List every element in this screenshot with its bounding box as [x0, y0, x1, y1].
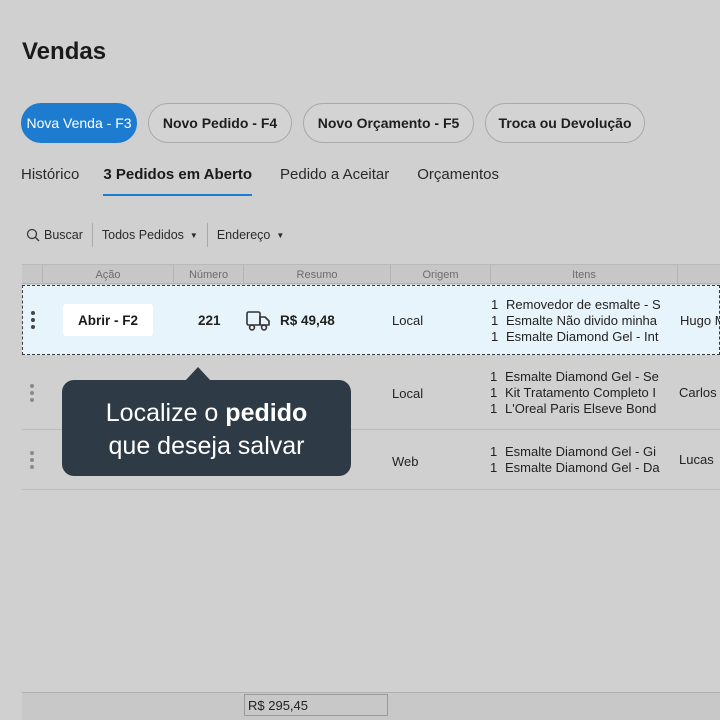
tooltip-line-1: Localize o pedido: [105, 399, 308, 427]
onboarding-tooltip: Localize o pedido que deseja salvar: [62, 367, 351, 476]
tab-history[interactable]: Histórico: [21, 166, 79, 194]
header-origin: Origem: [390, 265, 490, 284]
new-sale-button[interactable]: Nova Venda - F3: [21, 103, 137, 143]
order-customer: Carlos: [679, 385, 717, 400]
search-icon: [26, 228, 40, 242]
order-item: 1 Esmalte Diamond Gel - Se: [490, 369, 659, 384]
caret-down-icon: ▼: [276, 230, 285, 240]
header-summary: Resumo: [243, 265, 390, 284]
kebab-menu-icon[interactable]: [30, 384, 34, 402]
tab-open-orders[interactable]: 3 Pedidos em Aberto: [103, 166, 252, 196]
delivery-truck-icon: [246, 311, 270, 331]
table-footer: R$ 295,45: [22, 692, 720, 720]
footer-total-value: R$ 295,45: [244, 694, 388, 716]
tooltip-line-2: que deseja salvar: [108, 432, 305, 460]
filter-bar: Buscar Todos Pedidos ▼ Endereço ▼: [22, 222, 293, 248]
caret-down-icon: ▼: [189, 230, 198, 240]
orders-table: Ação Número Resumo Origem Itens Abrir - …: [22, 264, 720, 490]
order-origin: Local: [392, 313, 424, 328]
search-label: Buscar: [44, 228, 83, 242]
address-label: Endereço: [216, 228, 271, 242]
order-items: 1 Removedor de esmalte - S 1 Esmalte Não d…: [491, 297, 669, 345]
order-origin: Web: [392, 454, 419, 469]
address-dropdown[interactable]: Endereço ▼: [206, 223, 293, 247]
order-customer: Hugo M: [680, 313, 720, 328]
order-item: 1 L'Oreal Paris Elseve Bond: [490, 401, 657, 416]
search-button[interactable]: Buscar: [22, 223, 92, 247]
order-origin: Local: [392, 386, 424, 401]
order-number: 221: [198, 313, 221, 328]
order-customer: Lucas: [679, 452, 714, 467]
tab-bar: Histórico 3 Pedidos em Aberto Pedido a A…: [21, 166, 527, 196]
new-quote-button[interactable]: Novo Orçamento - F5: [303, 103, 474, 143]
new-order-button[interactable]: Novo Pedido - F4: [148, 103, 292, 143]
header-number: Número: [173, 265, 243, 284]
action-bar: Nova Venda - F3 Novo Pedido - F4 Novo Or…: [21, 103, 645, 143]
order-item: 1 Esmalte Diamond Gel - Int: [491, 329, 659, 344]
header-customer: [677, 265, 720, 284]
page-title: Vendas: [22, 38, 107, 65]
header-items: Itens: [490, 265, 677, 284]
header-action: Ação: [42, 265, 173, 284]
order-items: 1 Esmalte Diamond Gel - Se 1 Kit Tratament…: [490, 369, 668, 417]
order-item: 1 Kit Tratamento Completo I: [490, 385, 657, 400]
table-header: Ação Número Resumo Origem Itens: [22, 264, 720, 284]
order-item: 1 Esmalte Diamond Gel - Da: [490, 460, 660, 475]
order-total: R$ 49,48: [280, 313, 335, 328]
order-items: 1 Esmalte Diamond Gel - Gi 1 Esmalte Diamo…: [490, 444, 668, 476]
kebab-menu-icon[interactable]: [30, 451, 34, 469]
kebab-menu-icon[interactable]: [31, 311, 35, 329]
table-row[interactable]: Abrir - F2 221 R$ 49,48 Local 1 Removedor…: [22, 285, 720, 355]
tab-orders-to-accept[interactable]: Pedido a Aceitar: [280, 166, 389, 194]
all-orders-label: Todos Pedidos: [101, 228, 184, 242]
header-spacer: [22, 265, 42, 284]
order-item: 1 Esmalte Não divido minha: [491, 313, 658, 328]
exchange-return-button[interactable]: Troca ou Devolução: [485, 103, 645, 143]
open-order-button[interactable]: Abrir - F2: [63, 304, 153, 336]
page: Vendas Nova Venda - F3 Novo Pedido - F4 …: [0, 0, 720, 720]
all-orders-dropdown[interactable]: Todos Pedidos ▼: [91, 223, 207, 247]
order-item: 1 Esmalte Diamond Gel - Gi: [490, 444, 656, 459]
tab-quotes[interactable]: Orçamentos: [417, 166, 499, 194]
order-item: 1 Removedor de esmalte - S: [491, 297, 661, 312]
